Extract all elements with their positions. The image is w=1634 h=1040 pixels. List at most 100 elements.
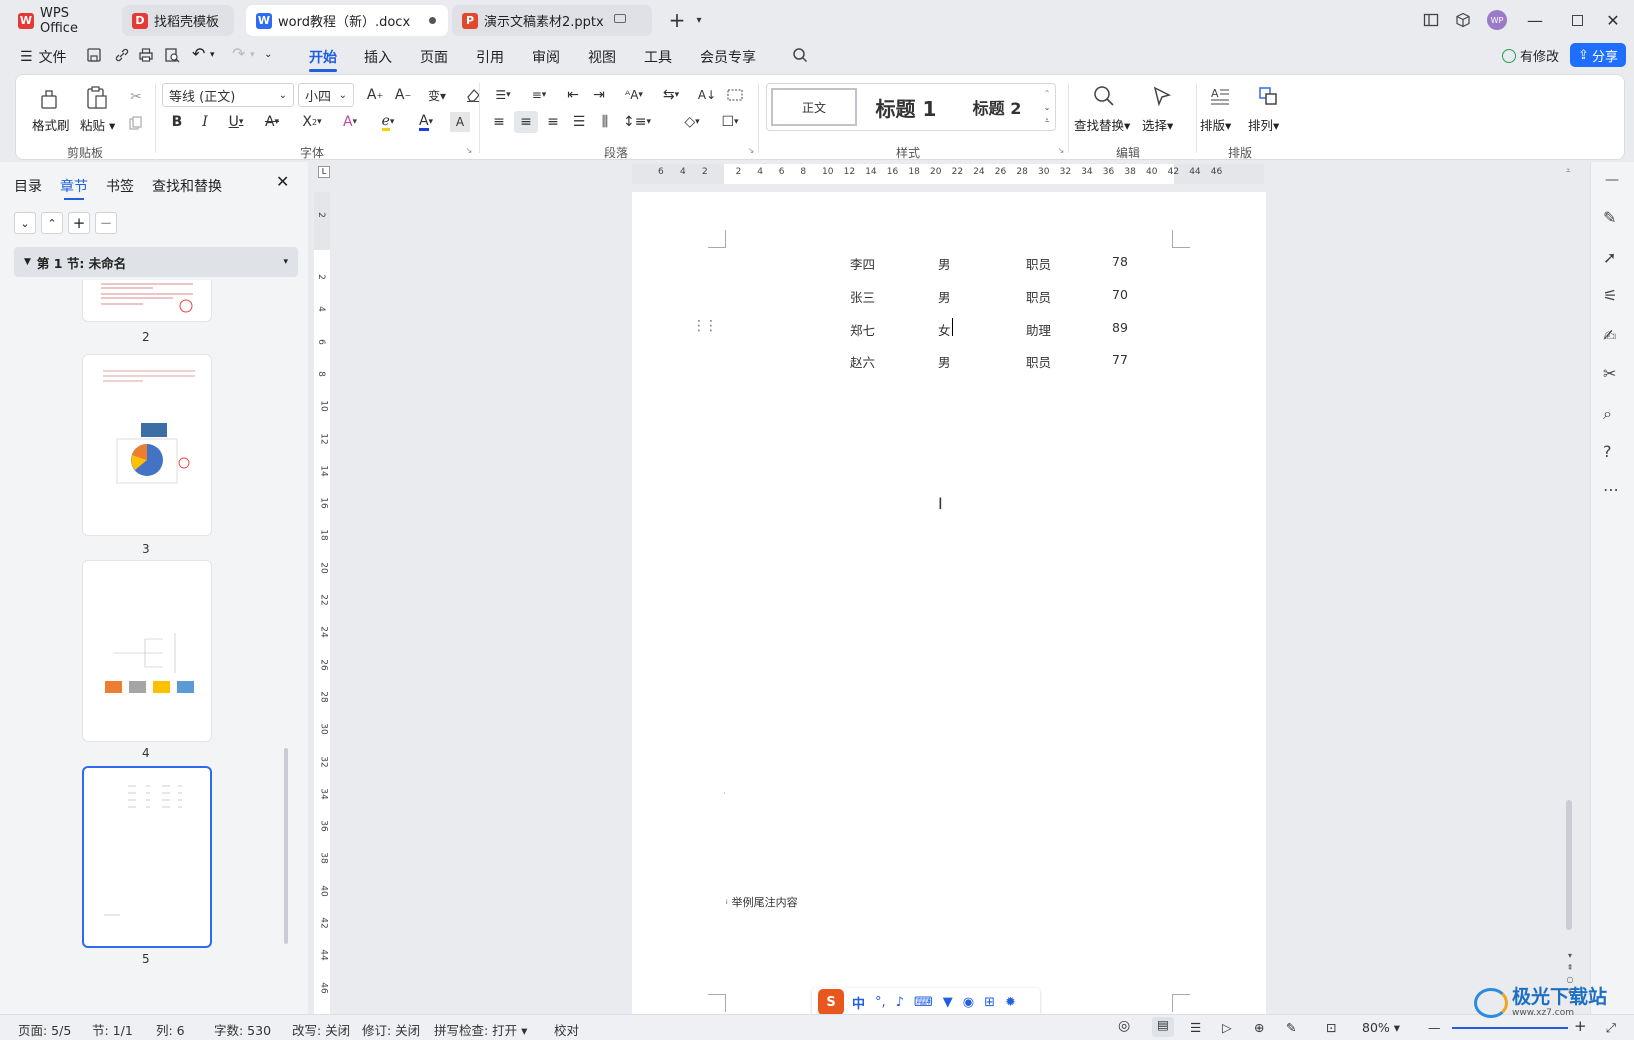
style-heading-2[interactable]: 标题 2 bbox=[957, 88, 1037, 126]
adjust-icon[interactable]: ⚟ bbox=[1603, 286, 1617, 305]
underline-icon[interactable]: U ▾ bbox=[220, 111, 252, 133]
status-column[interactable]: 列: 6 bbox=[156, 1020, 185, 1039]
table-cell[interactable]: 男 bbox=[938, 352, 951, 371]
highlight-icon[interactable]: ℯ ▾ bbox=[372, 111, 404, 133]
sidebar-layout-icon[interactable] bbox=[1418, 8, 1444, 32]
move-up-icon[interactable]: ⌃ bbox=[41, 212, 63, 234]
nav-tab-toc[interactable]: 目录 bbox=[14, 176, 42, 196]
nav-tab-find-replace[interactable]: 查找和替换 bbox=[152, 176, 222, 196]
tab-wps-office[interactable]: W WPS Office bbox=[8, 5, 120, 36]
arrange-button[interactable]: 排列▾ bbox=[1248, 115, 1279, 134]
tab-references[interactable]: 引用 bbox=[476, 47, 504, 67]
search-icon[interactable] bbox=[792, 47, 808, 67]
microphone-icon[interactable]: ♪ bbox=[896, 995, 904, 1010]
outline-view-icon[interactable]: ☰ bbox=[1190, 1020, 1201, 1035]
tab-ppt[interactable]: P 演示文稿素材2.pptx bbox=[452, 5, 652, 36]
ime-mode[interactable]: 中 bbox=[852, 993, 865, 1012]
style-heading-1[interactable]: 标题 1 bbox=[865, 88, 947, 126]
distributed-align-icon[interactable]: ⫼ bbox=[594, 111, 616, 133]
remove-section-icon[interactable]: − bbox=[95, 212, 117, 234]
modified-status[interactable]: 有修改 bbox=[1502, 46, 1559, 65]
panel-scrollbar[interactable] bbox=[284, 748, 288, 944]
undo-icon[interactable]: ↶ bbox=[192, 44, 205, 63]
page-thumbnail[interactable] bbox=[82, 560, 212, 742]
table-cell[interactable]: 女 bbox=[938, 320, 951, 339]
phonetic-guide-icon[interactable]: 变▾ bbox=[422, 84, 452, 106]
styles-dialog-launcher-icon[interactable]: ↘ bbox=[1056, 145, 1066, 155]
table-cell[interactable]: 男 bbox=[938, 254, 951, 273]
find-replace-icon[interactable] bbox=[1090, 81, 1118, 111]
skin-icon[interactable]: ▼ bbox=[943, 995, 953, 1010]
grow-font-icon[interactable]: A + bbox=[364, 84, 386, 106]
paste-button[interactable]: 粘贴 ▾ bbox=[80, 115, 115, 134]
table-cell[interactable]: 赵六 bbox=[850, 352, 875, 371]
tab-word-doc[interactable]: W word教程（新）.docx bbox=[246, 5, 448, 36]
font-size-select[interactable]: 小四 ⌄ bbox=[298, 83, 354, 107]
nav-tab-sections[interactable]: 章节 bbox=[60, 176, 88, 200]
link-icon[interactable] bbox=[114, 47, 130, 67]
page-view-icon[interactable]: ▤ bbox=[1152, 1017, 1174, 1037]
help-icon[interactable]: ? bbox=[1603, 442, 1612, 461]
layout-button[interactable]: 排版▾ bbox=[1200, 115, 1231, 134]
section-header[interactable]: ▼ 第 1 节: 未命名 ▾ bbox=[14, 247, 298, 277]
zoom-in-icon[interactable]: + bbox=[1574, 1017, 1587, 1035]
table-cell[interactable]: 职员 bbox=[1026, 254, 1051, 273]
endnote[interactable]: i 举例尾注内容 bbox=[726, 894, 798, 910]
chevron-down-icon[interactable]: ▾ bbox=[686, 8, 712, 32]
file-menu[interactable]: ☰ 文件 bbox=[20, 47, 67, 67]
status-page[interactable]: 页面: 5/5 bbox=[18, 1020, 71, 1039]
tab-review[interactable]: 审阅 bbox=[532, 47, 560, 67]
layout-icon[interactable]: A bbox=[1206, 81, 1234, 111]
web-view-icon[interactable]: ⊕ bbox=[1254, 1020, 1264, 1035]
find-replace-button[interactable]: 查找替换▾ bbox=[1074, 115, 1130, 134]
table-cell[interactable]: 职员 bbox=[1026, 352, 1051, 371]
maximize-icon[interactable] bbox=[1564, 8, 1590, 32]
document-page[interactable]: 李四 男 职员 78 张三 男 职员 70 ⋮⋮ 郑七 女 助理 89 赵六 男… bbox=[632, 192, 1266, 1022]
style-normal[interactable]: 正文 bbox=[771, 88, 857, 126]
pointer-icon[interactable]: ➚ bbox=[1603, 248, 1616, 267]
text-effect-icon[interactable]: A ▾ bbox=[334, 111, 366, 133]
text-direction-icon[interactable]: ᴬA ▾ bbox=[618, 84, 650, 106]
table-cell[interactable]: 男 bbox=[938, 287, 951, 306]
zoom-out-icon[interactable]: — bbox=[1428, 1020, 1441, 1035]
select-button[interactable]: 选择▾ bbox=[1142, 115, 1173, 134]
minimize-icon[interactable]: — bbox=[1522, 8, 1548, 32]
align-center-icon[interactable]: ≡ bbox=[514, 111, 538, 133]
table-cell[interactable]: 70 bbox=[1112, 287, 1128, 302]
select-icon[interactable] bbox=[1148, 81, 1176, 111]
close-window-icon[interactable]: ✕ bbox=[1600, 8, 1626, 32]
save-icon[interactable] bbox=[86, 47, 102, 67]
pen-icon[interactable]: ✎ bbox=[1603, 208, 1616, 227]
sort-icon[interactable]: A↓ bbox=[696, 84, 718, 106]
tab-stop-selector-icon[interactable]: L bbox=[318, 166, 330, 178]
tab-docer[interactable]: D 找稻壳模板 bbox=[122, 5, 234, 36]
status-word-count[interactable]: 字数: 530 bbox=[214, 1020, 271, 1039]
status-rewrite[interactable]: 改写: 关闭 bbox=[292, 1020, 350, 1039]
tab-view[interactable]: 视图 bbox=[588, 47, 616, 67]
game-icon[interactable]: ◉ bbox=[963, 995, 974, 1010]
undo-dropdown-icon[interactable]: ▾ bbox=[210, 50, 215, 60]
ai-write-icon[interactable]: ✍ bbox=[1603, 326, 1616, 345]
bullet-list-icon[interactable]: ☰ ▾ bbox=[488, 84, 518, 106]
table-cell[interactable]: 张三 bbox=[850, 287, 875, 306]
nav-tab-bookmarks[interactable]: 书签 bbox=[106, 176, 134, 196]
fit-page-icon[interactable]: ⊡ bbox=[1326, 1020, 1336, 1035]
tab-page[interactable]: 页面 bbox=[420, 47, 448, 67]
line-break-icon[interactable]: ⇆ ▾ bbox=[656, 84, 686, 106]
align-left-icon[interactable]: ≡ bbox=[488, 111, 510, 133]
styles-scroll-down-icon[interactable]: ⌄ bbox=[1041, 100, 1053, 114]
settings-gear-icon[interactable]: ✹ bbox=[1005, 995, 1016, 1010]
table-cell[interactable]: 李四 bbox=[850, 254, 875, 273]
strikethrough-icon[interactable]: A ▾ bbox=[256, 111, 288, 133]
write-mode-icon[interactable]: ✎ bbox=[1286, 1020, 1296, 1035]
decrease-indent-icon[interactable]: ⇤ bbox=[562, 84, 584, 106]
horizontal-ruler[interactable]: 6 4 2 2 4 6 8 10 12 14 16 18 20 22 24 26 28 30 32 34 36 38 40 4… bbox=[632, 164, 1264, 184]
bold-icon[interactable]: B bbox=[166, 111, 188, 133]
table-cell[interactable]: 职员 bbox=[1026, 287, 1051, 306]
increase-indent-icon[interactable]: ⇥ bbox=[588, 84, 610, 106]
print-icon[interactable] bbox=[138, 47, 154, 67]
align-right-icon[interactable]: ≡ bbox=[542, 111, 564, 133]
tab-tools[interactable]: 工具 bbox=[644, 47, 672, 67]
format-painter-icon[interactable] bbox=[34, 85, 64, 113]
close-panel-icon[interactable]: ✕ bbox=[276, 172, 289, 191]
